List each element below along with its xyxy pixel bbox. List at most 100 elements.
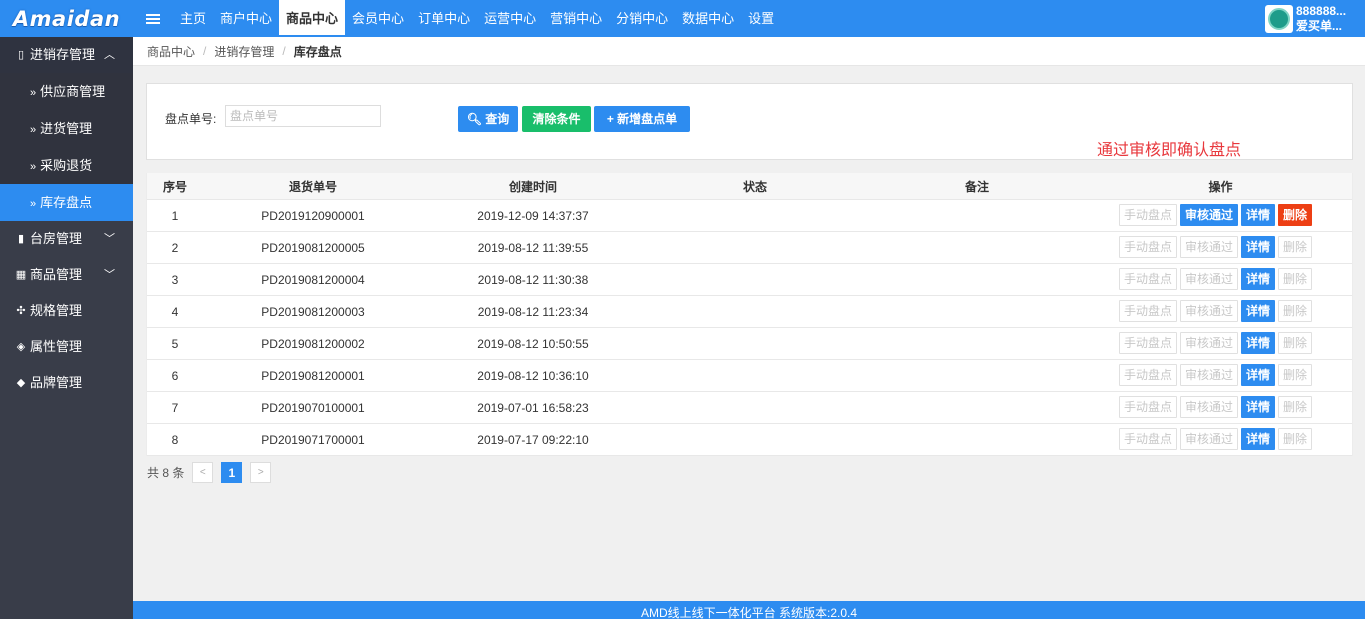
nav-home[interactable]: 主页 (173, 0, 213, 37)
map-icon: ▯ (17, 49, 25, 61)
manual-stocktake-button[interactable]: 手动盘点 (1119, 300, 1178, 322)
manual-stocktake-button[interactable]: 手动盘点 (1119, 204, 1178, 226)
search-button[interactable]: 🔍︎ 查询 (458, 106, 518, 132)
sidebar-item-return[interactable]: » 采购退货 (0, 147, 133, 184)
row-time: 2019-12-09 14:37:37 (477, 208, 589, 223)
manual-stocktake-button[interactable]: 手动盘点 (1119, 268, 1178, 290)
sidebar: ▯ 进销存管理 ︿ » 供应商管理 » 进货管理 » 采购退货 » 库存盘点 ▮ 台房管… (0, 37, 133, 619)
add-stocktake-button[interactable]: + 新增盘点单 (594, 106, 690, 132)
header-remark: 备注 (964, 179, 989, 194)
approve-button[interactable]: 审核通过 (1180, 364, 1239, 386)
sidebar-item-purchase[interactable]: » 进货管理 (0, 110, 133, 147)
table-row: 1 PD2019120900001 2019-12-09 14:37:37 手动盘点审… (147, 200, 1352, 232)
detail-button[interactable]: 详情 (1241, 204, 1276, 226)
footer: AMD线上线下一体化平台 系统版本:2.0.4 (133, 601, 1365, 619)
sidebar-item-label: 库存盘点 (40, 195, 93, 210)
header-actions: 操作 (1208, 179, 1233, 194)
breadcrumb-separator: / (282, 44, 286, 58)
cube-icon: ◈ (16, 341, 26, 353)
nav-product[interactable]: 商品中心 (279, 0, 346, 37)
approve-button[interactable]: 审核通过 (1180, 332, 1239, 354)
manual-stocktake-button[interactable]: 手动盘点 (1119, 332, 1178, 354)
prev-page-button[interactable]: < (192, 462, 214, 483)
delete-button[interactable]: 删除 (1278, 364, 1313, 386)
approve-button[interactable]: 审核通过 (1180, 204, 1239, 226)
row-time: 2019-07-17 09:22:10 (477, 432, 589, 447)
approve-button[interactable]: 审核通过 (1180, 300, 1239, 322)
sidebar-item-stocktake[interactable]: » 库存盘点 (0, 184, 133, 221)
row-time: 2019-08-12 10:36:10 (477, 368, 589, 383)
delete-button[interactable]: 删除 (1278, 204, 1313, 226)
row-actions: 手动盘点 审核通过 详情 删除 (1119, 396, 1315, 418)
nav-member[interactable]: 会员中心 (345, 0, 411, 37)
row-code: PD2019081200001 (261, 368, 365, 383)
approve-button[interactable]: 审核通过 (1180, 236, 1239, 258)
nav-merchant[interactable]: 商户中心 (213, 0, 279, 37)
delete-button[interactable]: 删除 (1278, 332, 1313, 354)
manual-stocktake-button[interactable]: 手动盘点 (1119, 236, 1178, 258)
manual-stocktake-button[interactable]: 手动盘点 (1119, 428, 1178, 450)
clear-button[interactable]: 清除条件 (522, 106, 591, 132)
nav-distribution[interactable]: 分销中心 (609, 0, 675, 37)
header-time: 创建时间 (508, 179, 557, 194)
delete-button[interactable]: 删除 (1278, 300, 1313, 322)
detail-button[interactable]: 详情 (1241, 300, 1276, 322)
sidebar-group-spec[interactable]: ✣ 规格管理 (0, 293, 133, 329)
delete-button[interactable]: 删除 (1278, 428, 1313, 450)
sidebar-group-table[interactable]: ▮ 台房管理 ﹀ (0, 221, 133, 257)
sidebar-group-product[interactable]: ▦ 商品管理 ﹀ (0, 257, 133, 293)
row-no: 3 (171, 272, 179, 287)
page-1-button[interactable]: 1 (221, 462, 243, 483)
table-row: 6 PD2019081200001 2019-08-12 10:36:10 手动盘点审… (147, 360, 1352, 392)
sidebar-item-label: 采购退货 (40, 158, 93, 173)
detail-button[interactable]: 详情 (1241, 396, 1276, 418)
total-count: 共 8 条 (147, 466, 185, 480)
approve-button[interactable]: 审核通过 (1180, 396, 1239, 418)
chevron-right-icon: > (257, 467, 264, 478)
delete-button[interactable]: 删除 (1278, 268, 1313, 290)
audit-note: 通过审核即确认盘点 (1097, 142, 1242, 159)
nav-operation[interactable]: 运营中心 (477, 0, 543, 37)
nav-order[interactable]: 订单中心 (411, 0, 477, 37)
user-id: 888888... (1296, 3, 1347, 18)
sidebar-group-inventory[interactable]: ▯ 进销存管理 ︿ (0, 37, 133, 73)
row-actions: 手动盘点 审核通过 详情 删除 (1119, 332, 1315, 354)
sidebar-item-supplier[interactable]: » 供应商管理 (0, 73, 133, 110)
row-code: PD2019081200005 (261, 240, 365, 255)
approve-button[interactable]: 审核通过 (1180, 428, 1239, 450)
row-time: 2019-08-12 11:23:34 (477, 304, 589, 319)
user-menu[interactable]: 888888... 爱买单... (1265, 0, 1365, 37)
sidebar-group-brand[interactable]: ◆ 品牌管理 (0, 365, 133, 401)
breadcrumb-product-center[interactable]: 商品中心 (147, 43, 195, 60)
store-logo-icon (1268, 7, 1290, 30)
approve-button[interactable]: 审核通过 (1180, 268, 1239, 290)
manual-stocktake-button[interactable]: 手动盘点 (1119, 396, 1178, 418)
add-button-label: 新增盘点单 (617, 112, 678, 126)
manual-stocktake-button[interactable]: 手动盘点 (1119, 364, 1178, 386)
row-actions: 手动盘点 审核通过 详情 删除 (1119, 268, 1315, 290)
nav-settings[interactable]: 设置 (741, 0, 781, 37)
detail-button[interactable]: 详情 (1241, 236, 1276, 258)
sidebar-group-attribute[interactable]: ◈ 属性管理 (0, 329, 133, 365)
nav-data[interactable]: 数据中心 (675, 0, 741, 37)
next-page-button[interactable]: > (250, 462, 272, 483)
nav-marketing[interactable]: 营销中心 (543, 0, 609, 37)
plus-icon: + (606, 112, 618, 126)
double-arrow-icon: » (30, 198, 37, 210)
menu-toggle-icon[interactable] (133, 0, 173, 37)
detail-button[interactable]: 详情 (1241, 268, 1276, 290)
brand-logo[interactable]: Amaidan (0, 0, 133, 37)
sidebar-group-label: 进销存管理 (30, 47, 96, 62)
detail-button[interactable]: 详情 (1241, 364, 1276, 386)
double-arrow-icon: » (30, 87, 37, 99)
chevron-down-icon: ﹀ (104, 233, 115, 245)
row-time: 2019-08-12 10:50:55 (477, 336, 589, 351)
delete-button[interactable]: 删除 (1278, 236, 1313, 258)
detail-button[interactable]: 详情 (1241, 428, 1276, 450)
breadcrumb-inventory[interactable]: 进销存管理 (214, 43, 274, 60)
sidebar-group-label: 品牌管理 (30, 375, 83, 390)
stocktake-no-input[interactable] (225, 105, 381, 127)
delete-button[interactable]: 删除 (1278, 396, 1313, 418)
row-code: PD2019071700001 (261, 432, 365, 447)
detail-button[interactable]: 详情 (1241, 332, 1276, 354)
